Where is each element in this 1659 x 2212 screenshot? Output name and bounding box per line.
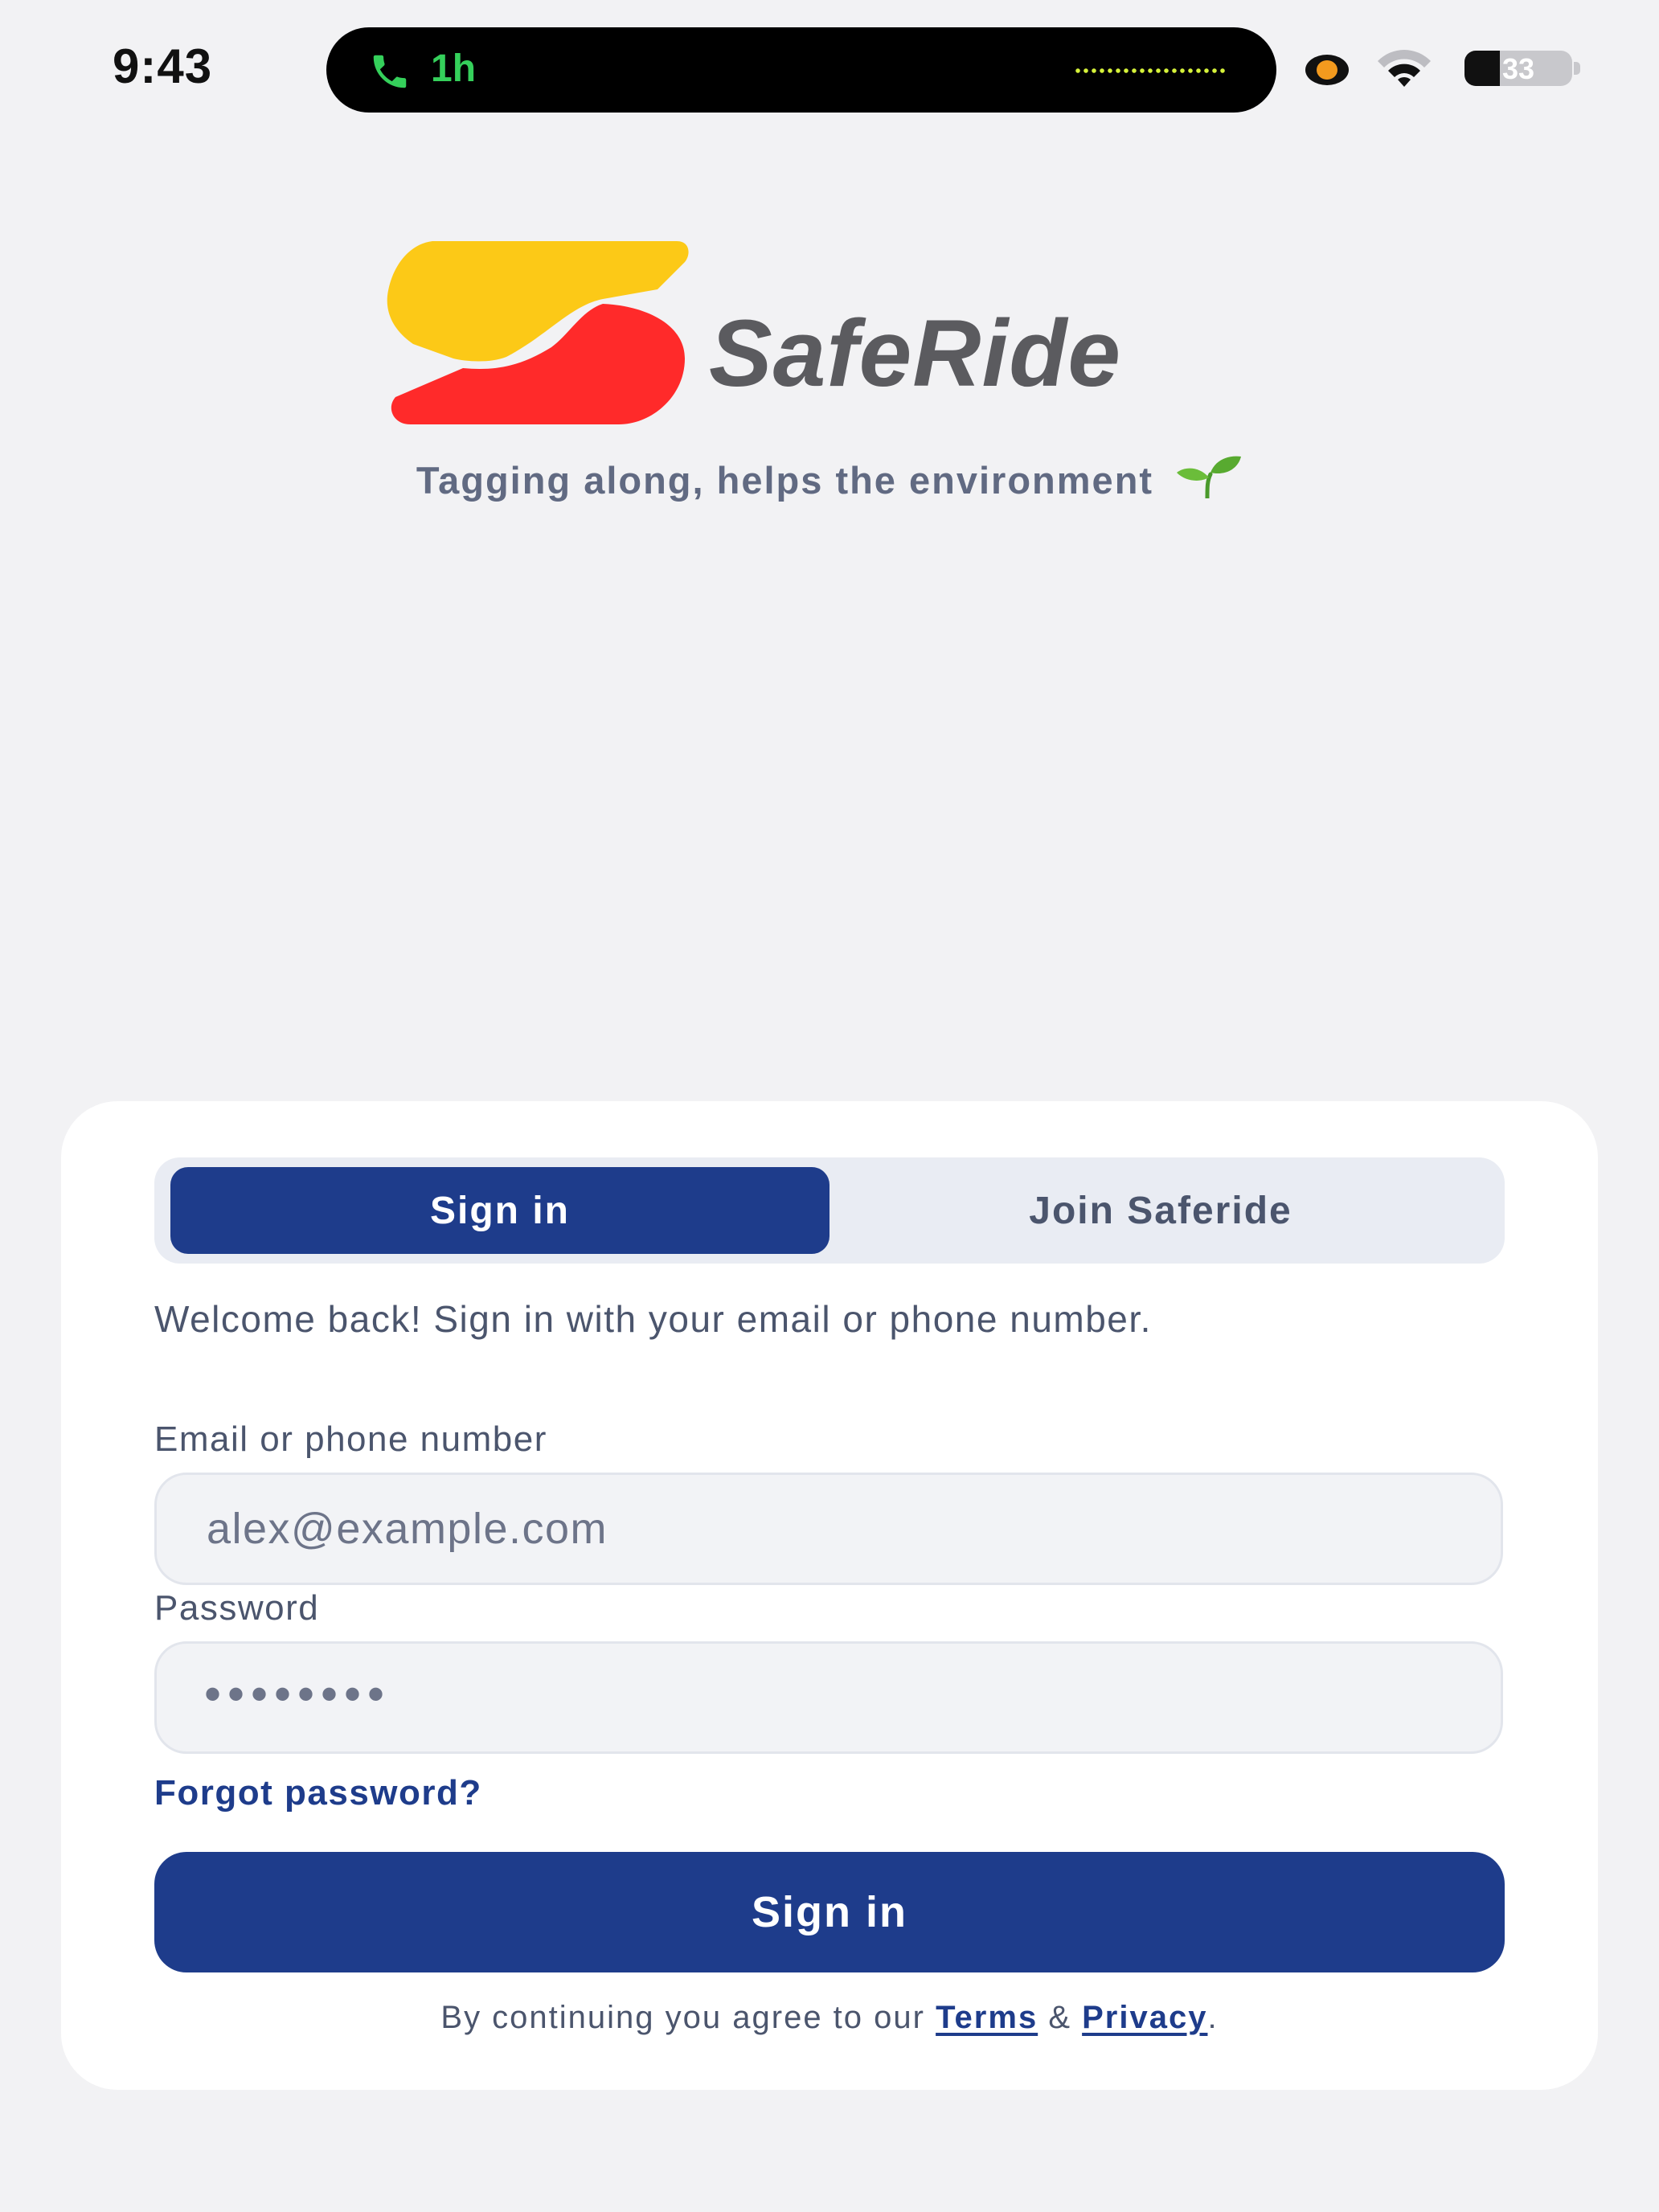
password-label: Password (154, 1588, 320, 1628)
call-duration: 1h (431, 47, 477, 90)
tagline-text: Tagging along, helps the environment (416, 459, 1154, 502)
privacy-link[interactable]: Privacy (1082, 2000, 1207, 2035)
legal-notice: By continuing you agree to our Terms & P… (61, 2000, 1598, 2036)
audio-waveform (1074, 68, 1227, 74)
auth-mode-toggle: Sign in Join Saferide (154, 1157, 1505, 1264)
email-label: Email or phone number (154, 1419, 547, 1459)
status-bar: 9:43 1h 33 (0, 0, 1659, 137)
status-time: 9:43 (113, 39, 213, 93)
tab-sign-in[interactable]: Sign in (170, 1167, 830, 1254)
battery-percent: 33 (1501, 52, 1535, 85)
terms-link[interactable]: Terms (936, 2000, 1038, 2035)
sign-in-card: Sign in Join Saferide Welcome back! Sign… (61, 1101, 1598, 2090)
recording-indicator-icon (1305, 55, 1349, 85)
saferide-logo-mark (387, 241, 689, 424)
tab-join-saferide[interactable]: Join Saferide (831, 1167, 1490, 1254)
battery-icon: 33 (1464, 51, 1572, 86)
seedling-icon (1177, 456, 1242, 498)
password-field[interactable] (154, 1641, 1503, 1754)
brand-name: SafeRide (709, 301, 1121, 407)
forgot-password-link[interactable]: Forgot password? (154, 1773, 482, 1813)
legal-suffix: . (1207, 2000, 1219, 2035)
phone-icon (373, 55, 407, 88)
tagline: Tagging along, helps the environment (0, 455, 1659, 502)
wifi-icon (1378, 50, 1431, 87)
sign-in-button[interactable]: Sign in (154, 1852, 1505, 1972)
battery-cap (1574, 62, 1580, 75)
welcome-message: Welcome back! Sign in with your email or… (154, 1298, 1152, 1340)
legal-prefix: By continuing you agree to our (440, 2000, 925, 2035)
email-field[interactable] (154, 1473, 1503, 1585)
legal-ampersand: & (1048, 2000, 1071, 2035)
dynamic-island-call[interactable]: 1h (326, 27, 1276, 113)
